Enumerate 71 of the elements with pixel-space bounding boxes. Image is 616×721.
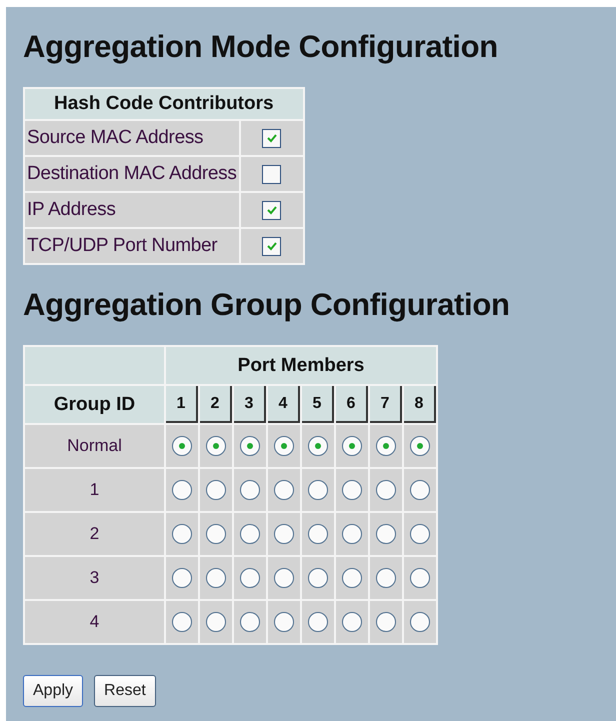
radio-button[interactable] (376, 436, 396, 456)
table-header: Group ID (25, 386, 164, 423)
radio-button[interactable] (240, 524, 260, 544)
column-header: 1 (166, 386, 198, 423)
radio-button[interactable] (240, 480, 260, 500)
radio-button[interactable] (274, 524, 294, 544)
radio-button[interactable] (308, 524, 328, 544)
section-title: Aggregation Mode Configuration (23, 29, 499, 65)
table-header: Hash Code Contributors (25, 89, 303, 119)
radio-button[interactable] (240, 568, 260, 588)
radio-button[interactable] (376, 480, 396, 500)
radio-button[interactable] (376, 612, 396, 632)
radio-button[interactable] (206, 480, 226, 500)
table-cell: Normal (25, 425, 164, 467)
radio-button[interactable] (206, 436, 226, 456)
radio-button[interactable] (274, 568, 294, 588)
check-icon (266, 132, 278, 144)
table-cell: 4 (25, 601, 164, 643)
check-icon (266, 240, 278, 252)
radio-button[interactable] (274, 436, 294, 456)
check-icon (266, 204, 278, 216)
radio-button[interactable] (410, 568, 430, 588)
table-cell: Source MAC Address (25, 121, 239, 155)
radio-button[interactable] (308, 480, 328, 500)
checkbox[interactable] (262, 128, 282, 148)
table-cell: 2 (25, 513, 164, 555)
radio-button[interactable] (308, 612, 328, 632)
checkbox[interactable] (262, 236, 282, 256)
radio-button[interactable] (308, 568, 328, 588)
radio-button[interactable] (172, 524, 192, 544)
column-header: 6 (336, 386, 368, 423)
radio-button[interactable] (342, 612, 362, 632)
checkbox[interactable] (262, 200, 282, 220)
radio-button[interactable] (376, 568, 396, 588)
radio-button[interactable] (172, 436, 192, 456)
radio-button[interactable] (376, 524, 396, 544)
table-cell: 1 (25, 469, 164, 511)
table-cell: IP Address (25, 193, 239, 227)
table-cell: 3 (25, 557, 164, 599)
table-cell: TCP/UDP Port Number (25, 229, 239, 263)
radio-button[interactable] (410, 480, 430, 500)
radio-button[interactable] (308, 436, 328, 456)
radio-button[interactable] (342, 436, 362, 456)
radio-button[interactable] (274, 480, 294, 500)
radio-button[interactable] (240, 612, 260, 632)
section-title: Aggregation Group Configuration (23, 287, 511, 323)
column-header: 5 (302, 386, 334, 423)
radio-button[interactable] (206, 568, 226, 588)
table-cell: Destination MAC Address (25, 157, 239, 191)
column-header: 8 (404, 386, 436, 423)
radio-button[interactable] (342, 568, 362, 588)
action-button[interactable]: Apply (23, 675, 84, 707)
radio-button[interactable] (172, 568, 192, 588)
radio-button[interactable] (410, 612, 430, 632)
radio-button[interactable] (240, 436, 260, 456)
radio-button[interactable] (172, 480, 192, 500)
radio-button[interactable] (342, 480, 362, 500)
checkbox[interactable] (262, 164, 282, 184)
column-header: 2 (200, 386, 232, 423)
radio-button[interactable] (274, 612, 294, 632)
action-button[interactable]: Reset (94, 675, 156, 707)
table-header: Port Members (166, 347, 436, 384)
radio-button[interactable] (206, 612, 226, 632)
column-header: 4 (268, 386, 300, 423)
radio-button[interactable] (410, 436, 430, 456)
column-header: 7 (370, 386, 402, 423)
radio-button[interactable] (172, 612, 192, 632)
radio-button[interactable] (410, 524, 430, 544)
radio-button[interactable] (342, 524, 362, 544)
radio-button[interactable] (206, 524, 226, 544)
column-header: 3 (234, 386, 266, 423)
